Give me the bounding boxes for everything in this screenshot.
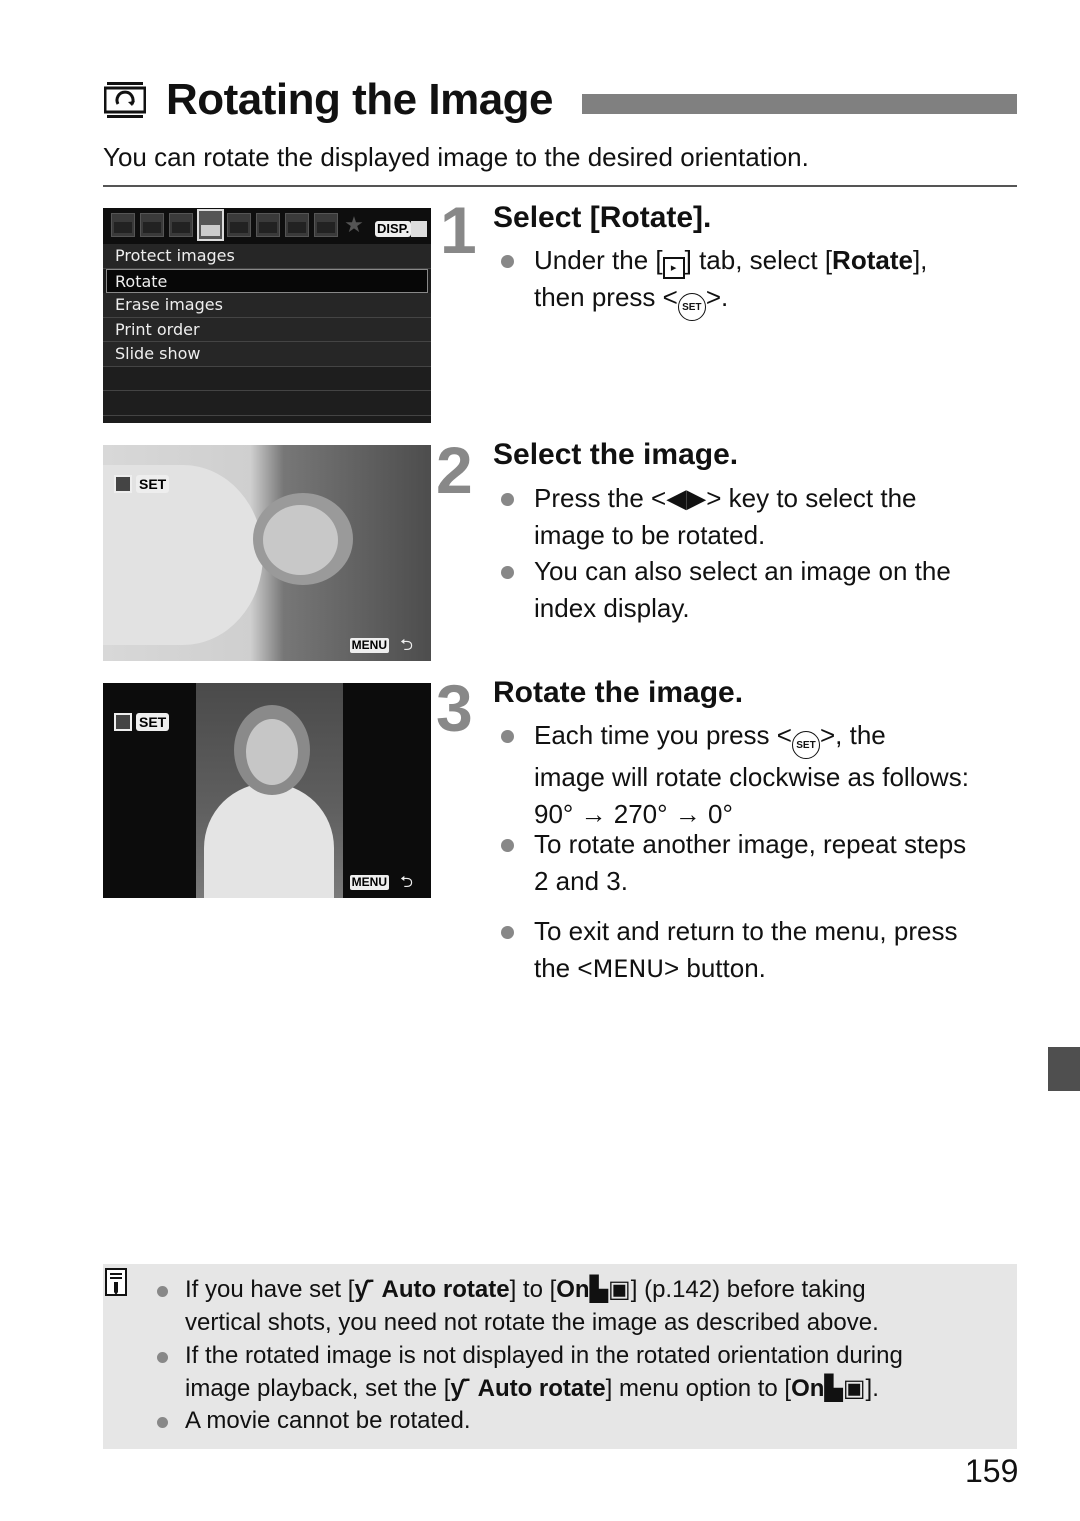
- playback-tab-1-icon: [197, 209, 224, 241]
- shooting-tab-3-icon: [169, 213, 193, 237]
- rotate-mode-icon: [114, 713, 132, 731]
- chapter-index-tab: [1048, 1047, 1080, 1091]
- step-number: 2: [436, 433, 473, 507]
- menu-item-empty: [103, 391, 431, 416]
- set-button-icon: SET: [791, 731, 820, 759]
- shooting-tab-1-icon: [111, 213, 135, 237]
- playback-tab-2-icon: [227, 213, 251, 237]
- step-bullet: Press the <◀▶> key to select the image t…: [498, 480, 1019, 553]
- menu-button-icon: MENU: [349, 875, 389, 890]
- camera-menu-screen: ★ DISP. Protect images Rotate Erase imag…: [103, 208, 431, 423]
- menu-item-protect-images: Protect images: [103, 244, 431, 269]
- set-button-icon: SET: [677, 293, 706, 321]
- camera-photo-screen-upright: SET MENU ⮌: [103, 683, 431, 898]
- monitor-icon: ▣: [842, 1374, 866, 1402]
- page-title: Rotating the Image: [166, 75, 554, 124]
- monitor-icon: ▣: [608, 1276, 631, 1303]
- menu-item-print-order: Print order: [103, 317, 431, 342]
- note-bullet: A movie cannot be rotated.: [157, 1405, 985, 1438]
- step-number: 3: [436, 671, 473, 745]
- set-button-icon: SET: [136, 475, 170, 493]
- return-arrow-icon: ⮌: [400, 874, 413, 891]
- camera-photo-screen-rotated: SET MENU ⮌: [103, 445, 431, 661]
- title-bar-decoration: [582, 94, 1017, 114]
- cross-keys-icon: ◀▶: [666, 483, 707, 513]
- step-bullet: Under the [▸] tab, select [Rotate], then…: [498, 242, 1019, 321]
- portrait-photo-upright: [196, 683, 343, 898]
- menu-tabs: ★ DISP.: [103, 208, 431, 244]
- step-bullet: Each time you press < SET >, the image wil…: [498, 717, 1019, 832]
- memo-pencil-icon: [105, 1268, 127, 1296]
- return-arrow-icon: ⮌: [400, 637, 413, 654]
- setup-tab-2-icon: [285, 213, 309, 237]
- menu-item-erase-images: Erase images: [103, 293, 431, 318]
- disp-button-icon: DISP.: [375, 221, 412, 237]
- camera-icon: ▙: [824, 1374, 843, 1402]
- playback-tab-icon: ▸: [662, 257, 685, 279]
- camera-icon: ▙: [589, 1276, 609, 1303]
- step-number: 1: [440, 193, 477, 267]
- info-grid-icon: [411, 221, 427, 237]
- menu-list: Protect images Rotate Erase images Print…: [103, 244, 431, 416]
- section-divider: [103, 185, 1017, 187]
- setup-tab-icon: ƴ˙: [450, 1374, 472, 1402]
- rotate-mode-icon: [114, 475, 132, 493]
- note-bullet: If you have set [ƴ˙ Auto rotate] to [On▙…: [157, 1274, 985, 1339]
- setup-tab-icon: ƴ˙: [354, 1276, 376, 1303]
- step-heading: Select [Rotate].: [493, 201, 712, 234]
- step-bullet: To rotate another image, repeat steps 2 a…: [498, 826, 1019, 899]
- rotate-image-icon: [104, 82, 146, 118]
- step-bullet: To exit and return to the menu, press th…: [498, 913, 1019, 987]
- my-menu-star-icon: ★: [344, 212, 364, 237]
- menu-item-rotate: Rotate: [106, 268, 428, 293]
- shooting-tab-2-icon: [140, 213, 164, 237]
- setup-tab-1-icon: [256, 213, 280, 237]
- intro-text: You can rotate the displayed image to th…: [103, 142, 809, 172]
- step-heading: Select the image.: [493, 438, 739, 471]
- menu-item-empty: [103, 366, 431, 391]
- menu-item-slide-show: Slide show: [103, 342, 431, 367]
- note-bullet: If the rotated image is not displayed in…: [157, 1340, 985, 1405]
- set-button-icon: SET: [136, 713, 170, 731]
- step-bullet: You can also select an image on the index…: [498, 553, 1019, 626]
- note-box: If you have set [ƴ˙ Auto rotate] to [On▙…: [103, 1264, 1017, 1449]
- menu-button-label: MENU: [592, 954, 664, 983]
- setup-tab-3-icon: [314, 213, 338, 237]
- page-number: 159: [965, 1453, 1019, 1489]
- menu-button-icon: MENU: [349, 638, 389, 653]
- step-heading: Rotate the image.: [493, 676, 744, 709]
